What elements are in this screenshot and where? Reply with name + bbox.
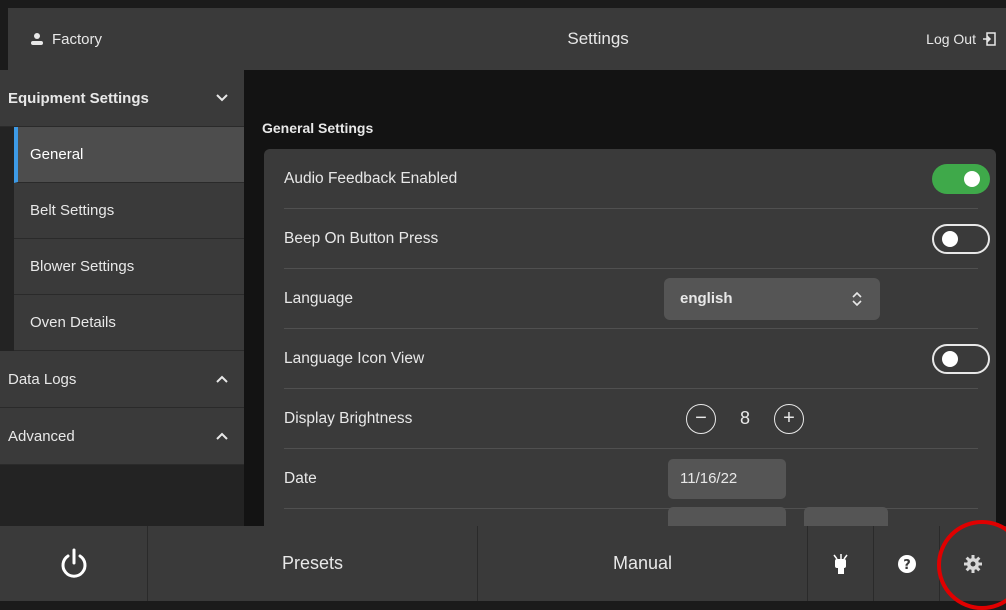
setting-label: Date: [284, 469, 317, 487]
setting-label: Audio Feedback Enabled: [284, 169, 458, 187]
presets-button[interactable]: Presets: [148, 526, 478, 601]
setting-label: Language: [284, 289, 353, 307]
sidebar-item-equipment-settings[interactable]: Equipment Settings: [0, 70, 244, 127]
audio-feedback-toggle[interactable]: [932, 163, 990, 194]
logout-label: Log Out: [926, 31, 976, 47]
chevron-down-icon: [216, 94, 228, 102]
cleaning-icon: [831, 553, 851, 575]
section-title: General Settings: [262, 120, 374, 136]
brightness-stepper: − 8 +: [686, 403, 805, 434]
sidebar-item-general[interactable]: General: [14, 127, 244, 183]
sidebar-item-label: General: [30, 146, 84, 163]
chevron-up-icon: [216, 432, 228, 440]
help-icon: ?: [897, 554, 917, 574]
setting-row-audio-feedback: Audio Feedback Enabled: [284, 149, 990, 209]
page-title: Settings: [567, 29, 629, 48]
cleaning-button[interactable]: [808, 526, 874, 601]
logout-icon: [982, 32, 996, 46]
brightness-value: 8: [740, 408, 751, 428]
user-icon: [30, 32, 44, 46]
sidebar-item-blower-settings[interactable]: Blower Settings: [14, 239, 244, 295]
user-name: Factory: [52, 30, 103, 48]
decrement-button[interactable]: −: [686, 403, 716, 434]
sidebar: Equipment Settings General Belt Settings…: [0, 70, 244, 526]
sidebar-item-label: Equipment Settings: [8, 89, 149, 107]
sidebar-item-label: Data Logs: [8, 370, 77, 388]
date-field[interactable]: 11/16/22: [668, 458, 786, 499]
setting-label: Display Brightness: [284, 409, 413, 427]
setting-row-beep: Beep On Button Press: [284, 209, 990, 269]
language-icon-view-toggle[interactable]: [932, 343, 990, 374]
increment-button[interactable]: +: [774, 403, 805, 434]
logout-button[interactable]: Log Out: [926, 31, 1006, 47]
setting-label: Language Icon View: [284, 349, 425, 367]
header-bar: Factory Settings Log Out: [8, 8, 1006, 70]
sidebar-item-belt-settings[interactable]: Belt Settings: [14, 183, 244, 239]
beep-toggle[interactable]: [932, 223, 990, 254]
setting-row-date: Date 11/16/22: [284, 449, 978, 509]
user-info: Factory: [8, 31, 270, 48]
setting-row-language: Language english: [284, 269, 978, 329]
setting-label: Beep On Button Press: [284, 229, 439, 247]
chevron-up-icon: [216, 375, 228, 383]
sidebar-item-advanced[interactable]: Advanced: [0, 408, 244, 465]
language-select[interactable]: english: [664, 277, 880, 320]
manual-button[interactable]: Manual: [478, 526, 808, 601]
sidebar-item-label: Belt Settings: [30, 202, 115, 219]
ampm-toggle[interactable]: [804, 507, 888, 526]
sidebar-item-label: Blower Settings: [30, 258, 135, 275]
help-button[interactable]: ?: [874, 526, 940, 601]
power-button[interactable]: [0, 526, 148, 601]
settings-card: Audio Feedback Enabled Beep On Button Pr…: [264, 149, 996, 526]
power-icon: [59, 548, 89, 580]
chevron-updown-icon: [852, 291, 862, 306]
svg-text:?: ?: [903, 558, 911, 573]
sidebar-item-data-logs[interactable]: Data Logs: [0, 351, 244, 408]
time-field[interactable]: [668, 507, 786, 526]
setting-row-time: [284, 507, 978, 526]
sidebar-item-label: Advanced: [8, 427, 75, 445]
setting-row-language-icon-view: Language Icon View: [284, 329, 990, 389]
bottom-bar: Presets Manual ?: [0, 526, 1006, 601]
sidebar-item-oven-details[interactable]: Oven Details: [14, 295, 244, 351]
language-value: english: [680, 290, 733, 307]
main-content: General Settings Audio Feedback Enabled …: [244, 70, 1006, 526]
sidebar-item-label: Oven Details: [30, 314, 116, 331]
setting-row-brightness: Display Brightness − 8 +: [284, 389, 978, 449]
